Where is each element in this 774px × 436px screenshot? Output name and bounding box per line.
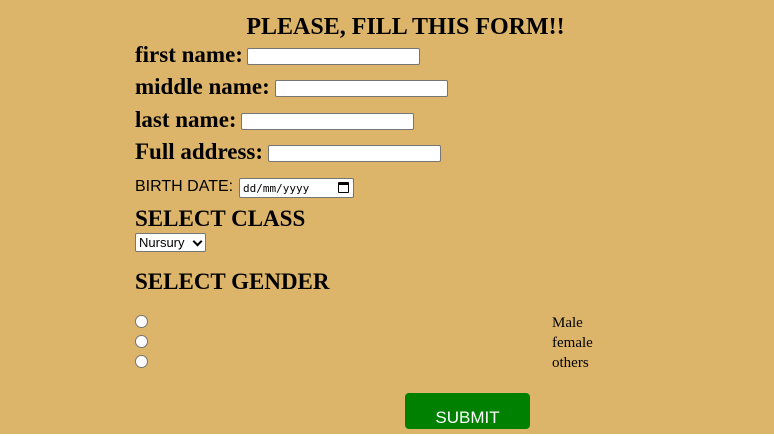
chevron-down-icon [192,236,203,247]
birth-date-label: BIRTH DATE: [135,178,234,195]
class-select[interactable]: Nursury [135,233,206,252]
address-label: Full address: [135,139,264,164]
middle-name-input[interactable] [275,80,448,97]
gender-radio-male[interactable] [135,315,148,328]
gender-radio-others[interactable] [135,355,148,368]
address-input[interactable] [268,145,441,162]
birth-date-input[interactable]: dd/mm/yyyy [239,178,354,198]
gender-label-others: others [552,355,589,371]
submit-button[interactable]: SUBMIT [405,393,530,429]
class-selected-value: Nursury [139,235,185,250]
first-name-input[interactable] [247,48,420,65]
last-name-input[interactable] [241,113,414,130]
gender-label-male: Male [552,315,583,331]
gender-heading: SELECT GENDER [135,269,330,294]
birth-date-placeholder: dd/mm/yyyy [243,181,310,195]
gender-radio-female[interactable] [135,335,148,348]
form-page: PLEASE, FILL THIS FORM!! first name: mid… [0,0,774,434]
middle-name-label: middle name: [135,74,270,99]
page-title: PLEASE, FILL THIS FORM!! [246,14,565,40]
first-name-label: first name: [135,42,243,67]
calendar-icon[interactable] [338,182,349,193]
class-heading: SELECT CLASS [135,206,306,231]
last-name-label: last name: [135,107,237,132]
gender-label-female: female [552,335,593,351]
